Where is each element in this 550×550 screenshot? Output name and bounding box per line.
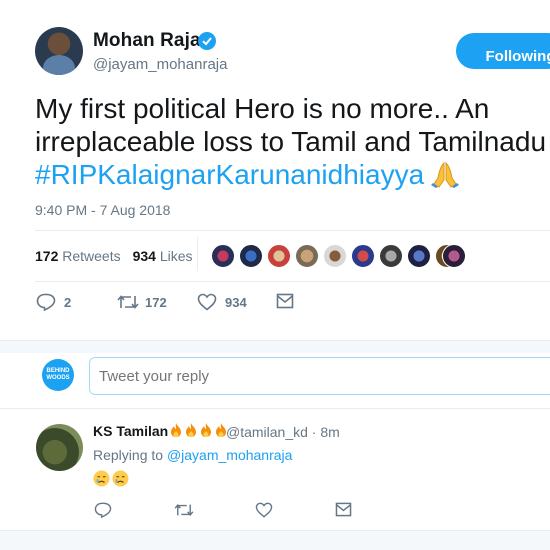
following-button[interactable]: Following: [456, 33, 550, 69]
retweet-count: 172: [145, 295, 167, 310]
tweet-header: Mohan Raja @jayam_mohanraja Following: [0, 0, 550, 90]
retweet-action[interactable]: 172: [117, 293, 177, 311]
stats-separator: [197, 237, 198, 271]
likes-count[interactable]: 934: [133, 248, 156, 264]
liker-avatar[interactable]: [351, 244, 375, 268]
crying-face-icon: [93, 470, 110, 487]
retweets-count[interactable]: 172: [35, 248, 58, 264]
liker-avatar[interactable]: [267, 244, 291, 268]
tweet-hashtag-line: #RIPKalaignarKarunanidhiayya: [35, 158, 550, 191]
fire-icon: [171, 423, 182, 437]
like-action[interactable]: 934: [197, 293, 257, 311]
envelope-icon[interactable]: [335, 502, 352, 517]
tweet-text-line1: My first political Hero is no more.. An: [35, 93, 490, 124]
hashtag-link[interactable]: #RIPKalaignarKarunanidhiayya: [35, 159, 424, 190]
fire-icon: [201, 423, 212, 437]
author-handle[interactable]: @jayam_mohanraja: [93, 56, 227, 73]
reply-icon: [36, 293, 56, 311]
reply-icon[interactable]: [94, 502, 112, 518]
liker-avatar[interactable]: [239, 244, 263, 268]
section-separator: [0, 341, 550, 353]
section-separator: [0, 531, 550, 550]
liker-avatar[interactable]: [442, 244, 466, 268]
like-count: 934: [225, 295, 247, 310]
verified-icon: [198, 32, 216, 50]
envelope-icon: [276, 293, 294, 309]
retweets-label[interactable]: Retweets: [62, 248, 120, 264]
behindwoods-logo: BEHIND WOODS: [42, 359, 74, 391]
replying-to-label: Replying to: [93, 447, 164, 463]
reply-author-handle[interactable]: @tamilan_kd · 8m: [226, 424, 340, 440]
divider: [0, 408, 550, 409]
liker-avatar[interactable]: [211, 244, 235, 268]
retweet-icon[interactable]: [174, 502, 194, 518]
divider: [35, 281, 550, 282]
tweet-text: My first political Hero is no more.. An …: [35, 92, 550, 191]
liker-avatar[interactable]: [295, 244, 319, 268]
replying-to-line: Replying to @jayam_mohanraja: [93, 447, 292, 463]
liker-avatar[interactable]: [407, 244, 431, 268]
retweet-icon: [117, 295, 139, 309]
tweet-text-line2: irreplaceable loss to Tamil and Tamilnad…: [35, 126, 547, 157]
heart-icon: [197, 293, 217, 311]
reply-input[interactable]: [89, 357, 550, 395]
reply-count: 2: [64, 295, 72, 310]
reply-author-name[interactable]: KS Tamilan: [93, 422, 228, 439]
heart-icon[interactable]: [255, 502, 273, 518]
author-name[interactable]: Mohan Raja: [93, 30, 201, 52]
direct-message-action[interactable]: [276, 293, 296, 311]
tweet-stats: 172 Retweets 934 Likes: [35, 248, 193, 264]
reply-action[interactable]: 2: [36, 293, 86, 311]
tweet-timestamp[interactable]: 9:40 PM - 7 Aug 2018: [35, 202, 170, 218]
fire-icon: [186, 423, 197, 437]
divider: [35, 230, 550, 231]
reply-author-avatar[interactable]: [36, 424, 83, 471]
liker-avatar[interactable]: [379, 244, 403, 268]
replying-to-mention[interactable]: @jayam_mohanraja: [167, 447, 293, 463]
crying-face-icon: [112, 470, 129, 487]
liker-avatar[interactable]: [323, 244, 347, 268]
author-avatar[interactable]: [35, 27, 83, 75]
folded-hands-icon: [431, 161, 460, 188]
likes-label[interactable]: Likes: [160, 248, 193, 264]
reply-author-name-text: KS Tamilan: [93, 423, 169, 439]
